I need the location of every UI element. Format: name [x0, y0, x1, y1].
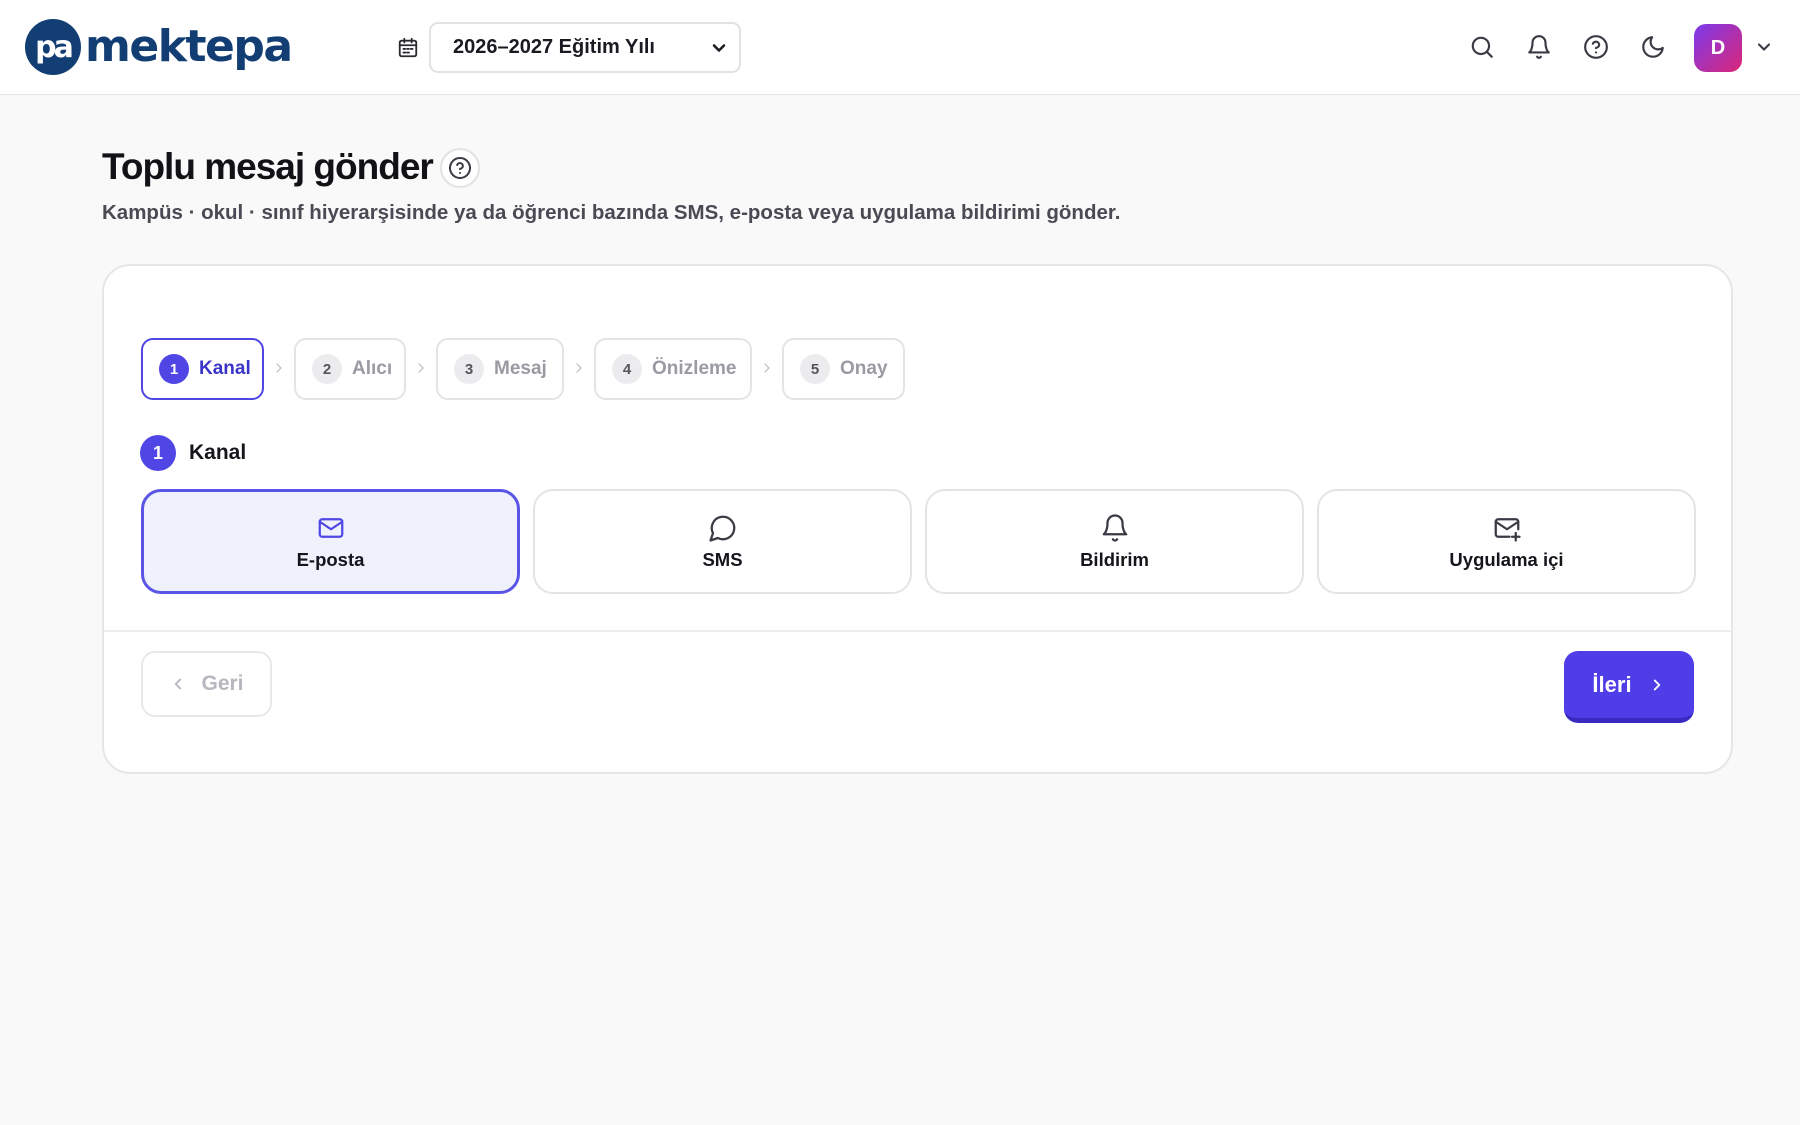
- bell-icon[interactable]: [1525, 33, 1553, 61]
- help-button[interactable]: [440, 148, 480, 188]
- avatar[interactable]: D: [1694, 24, 1742, 72]
- help-icon[interactable]: [1582, 33, 1610, 61]
- step-number: 1: [159, 354, 189, 384]
- channel-label: E-posta: [296, 548, 365, 570]
- back-button[interactable]: Geri: [141, 651, 272, 717]
- channel-option-notification[interactable]: Bildirim: [925, 489, 1304, 594]
- bell-icon: [1100, 513, 1130, 543]
- back-label: Geri: [201, 672, 244, 695]
- chevron-right-icon: [759, 360, 775, 376]
- step-number: 4: [612, 354, 642, 384]
- chevron-right-icon: [1648, 676, 1666, 694]
- step-alici[interactable]: 2 Alıcı: [294, 338, 406, 400]
- moon-icon[interactable]: [1639, 33, 1667, 61]
- section-title: Kanal: [189, 441, 247, 464]
- mail-icon: [316, 513, 346, 543]
- step-onay[interactable]: 5 Onay: [782, 338, 905, 400]
- step-onizleme[interactable]: 4 Önizleme: [594, 338, 752, 400]
- help-icon: [448, 156, 472, 180]
- step-number: 3: [454, 354, 484, 384]
- logo-text: mektepa: [85, 21, 293, 72]
- card-divider: [104, 630, 1731, 632]
- section-number: 1: [140, 435, 176, 471]
- step-mesaj[interactable]: 3 Mesaj: [436, 338, 564, 400]
- step-label: Önizleme: [652, 358, 737, 379]
- page-subtitle: Kampüs · okul · sınıf hiyerarşisinde ya …: [102, 201, 1121, 224]
- chevron-down-icon: [709, 38, 729, 58]
- channel-label: Uygulama içi: [1449, 548, 1564, 570]
- next-label: İleri: [1592, 671, 1632, 697]
- step-label: Alıcı: [352, 358, 393, 379]
- page-title: Toplu mesaj gönder: [102, 146, 434, 187]
- channel-option-sms[interactable]: SMS: [533, 489, 912, 594]
- step-kanal[interactable]: 1 Kanal: [141, 338, 264, 400]
- step-label: Onay: [840, 358, 888, 379]
- step-label: Kanal: [199, 358, 251, 379]
- mail-plus-icon: [1492, 513, 1522, 543]
- top-bar: pa mektepa 2026–2027 Eğitim Yılı D: [0, 0, 1800, 95]
- step-number: 2: [312, 354, 342, 384]
- search-icon[interactable]: [1468, 33, 1496, 61]
- logo[interactable]: pa mektepa: [25, 19, 293, 75]
- academic-year-value: 2026–2027 Eğitim Yılı: [453, 36, 655, 58]
- step-label: Mesaj: [494, 358, 547, 379]
- chevron-down-icon[interactable]: [1754, 37, 1774, 57]
- logo-mark: pa: [25, 19, 81, 75]
- channel-label: Bildirim: [1080, 548, 1149, 570]
- chevron-left-icon: [169, 675, 187, 693]
- channel-label: SMS: [702, 548, 743, 570]
- chevron-right-icon: [271, 360, 287, 376]
- calendar-icon: [397, 37, 419, 59]
- academic-year-select[interactable]: 2026–2027 Eğitim Yılı: [429, 22, 741, 73]
- channel-option-email[interactable]: E-posta: [141, 489, 520, 594]
- channel-option-in-app[interactable]: Uygulama içi: [1317, 489, 1696, 594]
- step-number: 5: [800, 354, 830, 384]
- next-button[interactable]: İleri: [1564, 651, 1694, 723]
- chat-icon: [708, 513, 738, 543]
- chevron-right-icon: [571, 360, 587, 376]
- chevron-right-icon: [413, 360, 429, 376]
